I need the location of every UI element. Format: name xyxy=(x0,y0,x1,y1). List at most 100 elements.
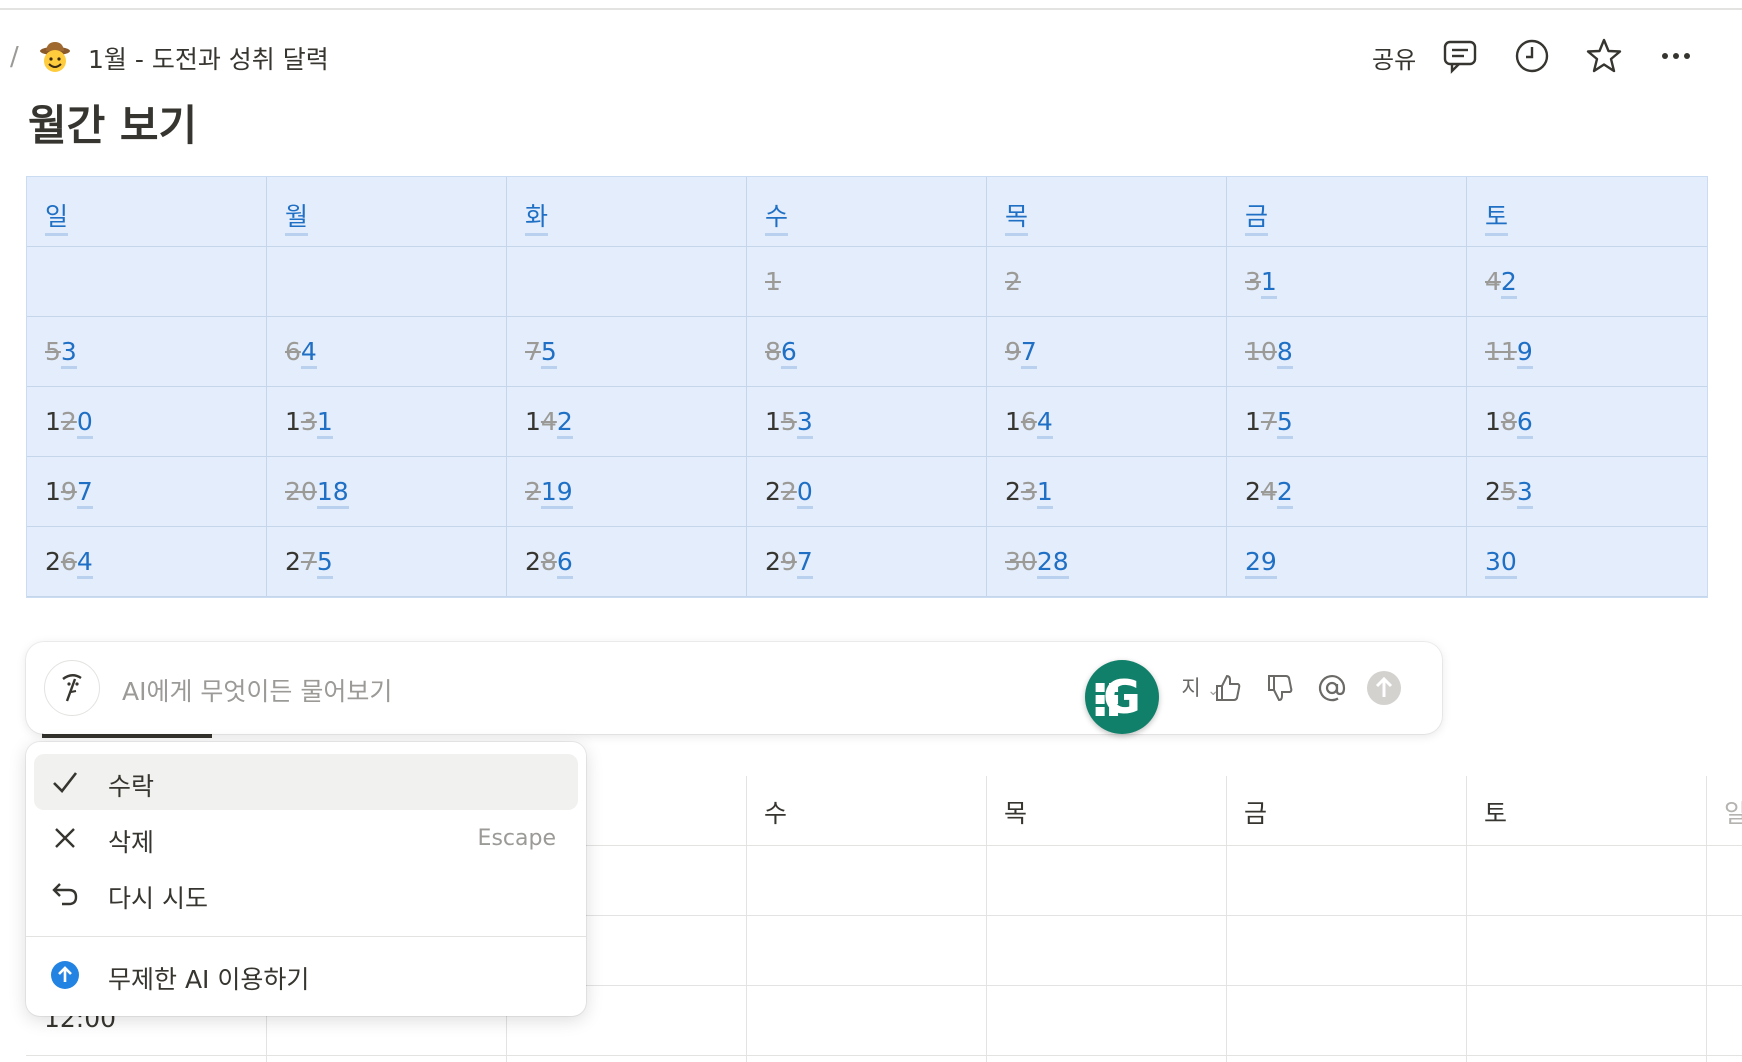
removed-text: 6 xyxy=(60,547,77,576)
ai-prompt-input[interactable]: AI에게 무엇이든 물어보기 xyxy=(122,672,392,708)
removed-text: 9 xyxy=(1005,337,1021,366)
mention-icon[interactable] xyxy=(1310,666,1354,710)
calendar-day-cell[interactable]: 286 xyxy=(507,527,747,597)
calendar-day-cell[interactable]: 2018 xyxy=(267,457,507,527)
calendar-day-cell[interactable]: 131 xyxy=(267,387,507,457)
calendar-day-cell[interactable]: 97 xyxy=(987,317,1227,387)
calendar-day-cell[interactable]: 275 xyxy=(267,527,507,597)
removed-text: 8 xyxy=(765,337,781,366)
suggested-text: 29 xyxy=(1245,547,1277,579)
calendar-day-cell[interactable]: 264 xyxy=(27,527,267,597)
calendar-day-cell[interactable]: 64 xyxy=(267,317,507,387)
removed-text: 5 xyxy=(45,337,61,366)
calendar-day-cell[interactable]: 3028 xyxy=(987,527,1227,597)
calendar-day-cell[interactable]: 153 xyxy=(747,387,987,457)
drag-handle-icon[interactable]: ⠿ xyxy=(1089,676,1125,730)
column-divider xyxy=(986,776,987,1062)
calendar-header-cell[interactable]: 일 xyxy=(27,177,267,247)
monthly-calendar-table[interactable]: 일 월 화 수 목 금 토 1 2 31 42 53 64 75 86 97 108 119 120 131 142 15… xyxy=(26,176,1708,598)
day-number-diff: 197 xyxy=(45,477,93,509)
history-icon[interactable] xyxy=(1512,36,1552,76)
calendar-day-cell[interactable]: 120 xyxy=(27,387,267,457)
weekday-label: 토 xyxy=(1485,197,1509,236)
calendar-day-cell[interactable]: 231 xyxy=(987,457,1227,527)
menu-item-upgrade-ai[interactable]: 무제한 AI 이용하기 xyxy=(34,947,578,1003)
calendar-day-cell[interactable]: 242 xyxy=(1227,457,1467,527)
column-divider xyxy=(746,776,747,1062)
suggested-text: 5 xyxy=(1276,407,1293,439)
removed-text: 7 xyxy=(1260,407,1277,436)
day-number-diff: 2018 xyxy=(285,477,349,509)
calendar-day-cell[interactable] xyxy=(27,247,267,317)
check-icon xyxy=(50,767,80,797)
breadcrumb-page-title[interactable]: 1월 - 도전과 성취 달력 xyxy=(88,40,329,76)
unchanged-digits: 1 xyxy=(1005,407,1021,436)
calendar-day-cell[interactable]: 42 xyxy=(1467,247,1707,317)
thumbs-down-icon[interactable] xyxy=(1258,666,1302,710)
star-icon[interactable] xyxy=(1584,36,1624,76)
day-number-diff: 231 xyxy=(1005,477,1053,509)
menu-item-retry[interactable]: 다시 시도 xyxy=(34,866,578,922)
suggested-text: 6 xyxy=(1516,407,1533,439)
menu-item-accept[interactable]: 수락 xyxy=(34,754,578,810)
calendar-day-cell[interactable]: 31 xyxy=(1227,247,1467,317)
unchanged-digits: 1 xyxy=(45,477,61,506)
calendar-header-cell[interactable]: 수 xyxy=(747,177,987,247)
suggested-text: 5 xyxy=(540,337,557,369)
calendar-header-cell[interactable]: 화 xyxy=(507,177,747,247)
suggested-text: 2 xyxy=(556,407,573,439)
calendar-day-cell[interactable]: 175 xyxy=(1227,387,1467,457)
cowboy-emoji-icon[interactable] xyxy=(38,40,72,74)
calendar-day-cell[interactable]: 297 xyxy=(747,527,987,597)
column-divider xyxy=(1466,776,1467,1062)
day-number-diff: 119 xyxy=(1485,337,1533,369)
unchanged-digits: 1 xyxy=(1485,407,1501,436)
day-number-diff: 97 xyxy=(1005,337,1037,369)
removed-text: 6 xyxy=(1020,407,1037,436)
calendar-header-cell[interactable]: 금 xyxy=(1227,177,1467,247)
calendar-day-cell[interactable]: 53 xyxy=(27,317,267,387)
calendar-header-cell[interactable]: 토 xyxy=(1467,177,1707,247)
thumbs-up-icon[interactable] xyxy=(1206,666,1250,710)
calendar-day-cell[interactable]: 30 xyxy=(1467,527,1707,597)
calendar-day-cell[interactable] xyxy=(267,247,507,317)
removed-text: 4 xyxy=(540,407,557,436)
calendar-day-cell[interactable]: 164 xyxy=(987,387,1227,457)
ai-prompt-bar: AI에게 무엇이든 물어보기 한지 ⌄ xyxy=(26,642,1442,734)
comment-icon[interactable] xyxy=(1440,36,1480,76)
unchanged-digits: 2 xyxy=(1245,477,1261,506)
calendar-day-cell[interactable]: 197 xyxy=(27,457,267,527)
share-button[interactable]: 공유 xyxy=(1372,40,1416,75)
unchanged-digits: 2 xyxy=(1005,477,1021,506)
day-number-diff: 3028 xyxy=(1005,547,1069,579)
send-icon[interactable] xyxy=(1362,666,1406,710)
calendar-day-cell[interactable]: 108 xyxy=(1227,317,1467,387)
calendar-day-cell[interactable]: 86 xyxy=(747,317,987,387)
removed-text: 4 xyxy=(1485,267,1501,296)
calendar-day-cell[interactable]: 29 xyxy=(1227,527,1467,597)
calendar-day-cell[interactable]: 220 xyxy=(747,457,987,527)
more-icon[interactable] xyxy=(1656,36,1696,76)
calendar-day-cell[interactable]: 2 xyxy=(987,247,1227,317)
menu-divider xyxy=(26,936,586,937)
calendar-day-cell[interactable]: 75 xyxy=(507,317,747,387)
calendar-day-cell[interactable]: 219 xyxy=(507,457,747,527)
grammarly-button[interactable]: G ⠿ xyxy=(1085,660,1159,734)
calendar-day-cell[interactable]: 1 xyxy=(747,247,987,317)
calendar-day-cell[interactable]: 186 xyxy=(1467,387,1707,457)
day-number-diff: 264 xyxy=(45,547,93,579)
suggested-text: 2 xyxy=(1276,477,1293,509)
column-divider xyxy=(1226,776,1227,1062)
removed-text: 20 xyxy=(285,477,317,506)
suggested-text: 4 xyxy=(1036,407,1053,439)
calendar-day-cell[interactable]: 142 xyxy=(507,387,747,457)
suggested-text: 28 xyxy=(1036,547,1069,579)
calendar-day-cell[interactable]: 253 xyxy=(1467,457,1707,527)
menu-item-delete[interactable]: 삭제 Escape xyxy=(34,810,578,866)
calendar-header-cell[interactable]: 월 xyxy=(267,177,507,247)
calendar-header-cell[interactable]: 목 xyxy=(987,177,1227,247)
removed-text: 7 xyxy=(525,337,541,366)
calendar-day-cell[interactable] xyxy=(507,247,747,317)
calendar-day-cell[interactable]: 119 xyxy=(1467,317,1707,387)
day-number-diff: 286 xyxy=(525,547,573,579)
